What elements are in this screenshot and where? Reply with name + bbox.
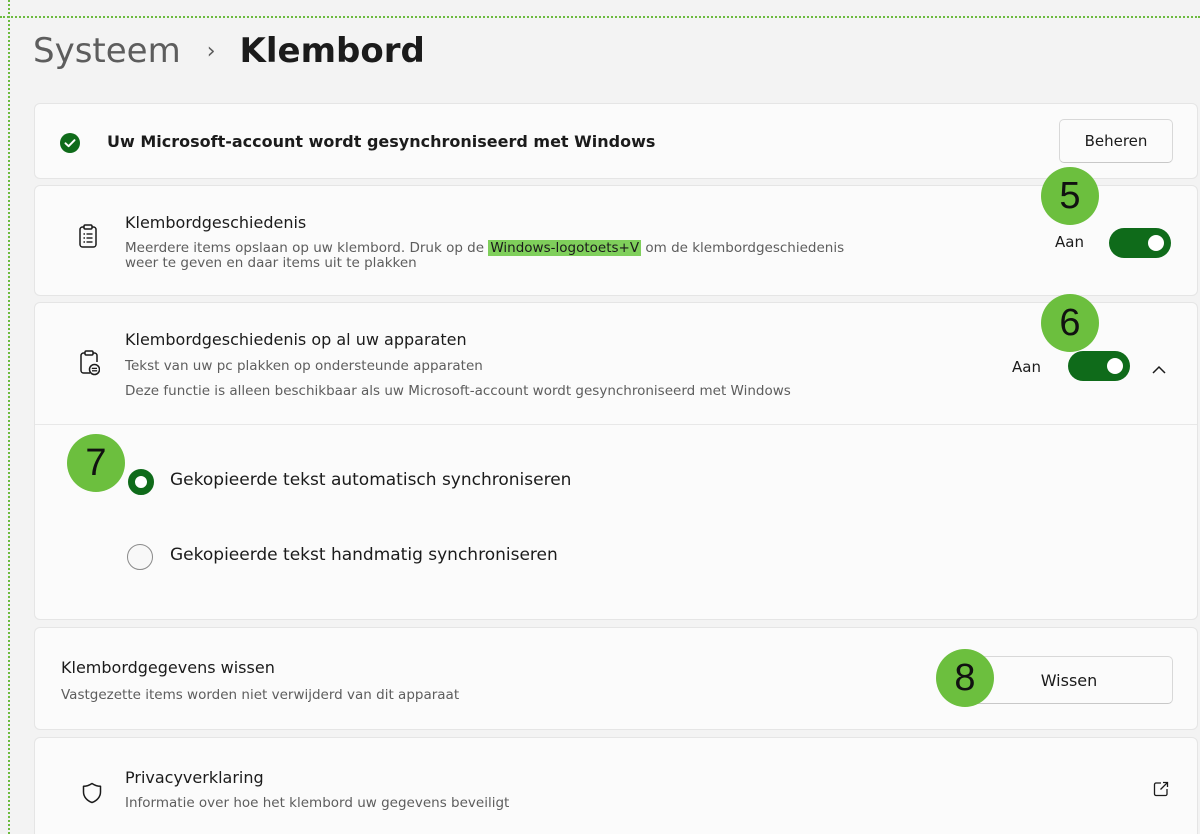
clipboard-history-toggle[interactable] xyxy=(1109,228,1171,258)
annotation-badge-7: 7 xyxy=(67,434,125,492)
radio-manual-sync[interactable] xyxy=(127,544,153,570)
toggle-knob xyxy=(1107,358,1123,374)
clipboard-devices-toggle[interactable] xyxy=(1068,351,1130,381)
clear-button[interactable]: Wissen xyxy=(965,656,1173,704)
radio-auto-sync[interactable] xyxy=(128,469,154,495)
annotation-badge-6: 6 xyxy=(1041,294,1099,352)
annotation-badge-5: 5 xyxy=(1041,167,1099,225)
page-title: Klembord xyxy=(239,31,425,71)
toggle-knob xyxy=(1148,235,1164,251)
privacy-description: Informatie over hoe het klembord uw gege… xyxy=(125,795,510,811)
manage-account-button[interactable]: Beheren xyxy=(1059,119,1173,163)
check-circle-icon xyxy=(60,133,80,157)
clipboard-devices-note: Deze functie is alleen beschikbaar als u… xyxy=(125,383,791,399)
radio-auto-sync-label[interactable]: Gekopieerde tekst automatisch synchronis… xyxy=(170,470,571,490)
clipboard-history-title: Klembordgeschiedenis xyxy=(125,213,307,232)
clipboard-list-icon xyxy=(79,224,97,252)
sync-banner-card: Uw Microsoft-account wordt gesynchronise… xyxy=(34,103,1198,179)
clear-data-title: Klembordgegevens wissen xyxy=(61,658,275,677)
chevron-up-icon[interactable] xyxy=(1152,359,1166,378)
devices-toggle-label: Aan xyxy=(1012,358,1041,376)
privacy-title: Privacyverklaring xyxy=(125,768,264,787)
clipboard-history-description: Meerdere items opslaan op uw klembord. D… xyxy=(125,240,1025,271)
privacy-card[interactable]: Privacyverklaring Informatie over hoe he… xyxy=(34,737,1198,834)
history-desc-part1: Meerdere items opslaan op uw klembord. D… xyxy=(125,240,489,256)
clipboard-clear-card: Klembordgegevens wissen Vastgezette item… xyxy=(34,627,1198,730)
radio-manual-sync-label[interactable]: Gekopieerde tekst handmatig synchroniser… xyxy=(170,545,558,565)
shortcut-highlight: Windows-logotoets+V xyxy=(488,240,642,256)
clipboard-history-card: Klembordgeschiedenis Meerdere items opsl… xyxy=(34,185,1198,296)
external-link-icon[interactable] xyxy=(1153,781,1169,801)
history-toggle-label: Aan xyxy=(1055,233,1084,251)
history-desc-line2: weer te geven en daar items uit te plakk… xyxy=(125,255,417,271)
screenshot-frame-left xyxy=(0,0,10,834)
history-desc-part2: om de klembordgeschiedenis xyxy=(641,240,845,256)
screenshot-frame-top xyxy=(0,0,1200,18)
clipboard-devices-title: Klembordgeschiedenis op al uw apparaten xyxy=(125,330,467,349)
clipboard-sync-icon xyxy=(80,350,101,380)
breadcrumb-separator: › xyxy=(206,38,216,64)
shield-icon xyxy=(82,782,102,808)
clipboard-devices-description: Tekst van uw pc plakken op ondersteunde … xyxy=(125,358,483,374)
clear-data-description: Vastgezette items worden niet verwijderd… xyxy=(61,687,460,703)
annotation-badge-8: 8 xyxy=(936,649,994,707)
breadcrumb: Systeem › Klembord xyxy=(33,26,425,76)
breadcrumb-parent[interactable]: Systeem xyxy=(33,31,181,71)
sync-status-text: Uw Microsoft-account wordt gesynchronise… xyxy=(107,132,656,151)
section-divider xyxy=(35,424,1197,425)
clipboard-devices-card: Klembordgeschiedenis op al uw apparaten … xyxy=(34,302,1198,620)
